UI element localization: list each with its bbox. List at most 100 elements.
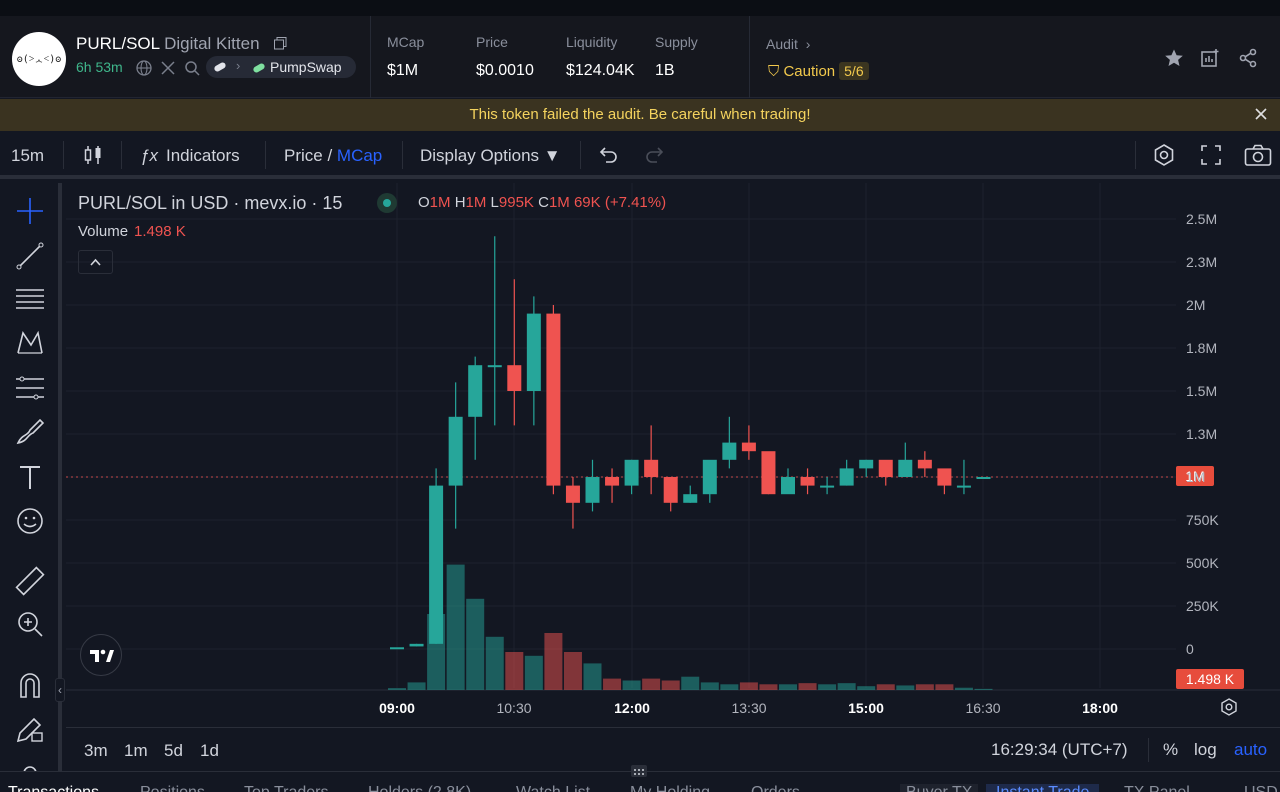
horizontal-lines-icon[interactable] bbox=[14, 284, 46, 316]
indicators-button[interactable]: ƒx Indicators bbox=[140, 146, 240, 166]
pumpswap-icon bbox=[253, 63, 265, 73]
range-1m[interactable]: 1m bbox=[124, 741, 148, 761]
tx-panel-toggle[interactable]: TX Panel bbox=[1124, 784, 1190, 792]
candle-body bbox=[878, 459, 893, 477]
candle-body bbox=[702, 459, 717, 495]
audit-status[interactable]: ⛉ Caution 5/6 bbox=[768, 62, 869, 80]
volume-bar bbox=[837, 683, 856, 690]
brush-icon[interactable] bbox=[14, 416, 46, 448]
volume-bar bbox=[446, 564, 465, 690]
tab-top-traders[interactable]: Top Traders bbox=[244, 784, 328, 792]
range-3m[interactable]: 3m bbox=[84, 741, 108, 761]
close-icon[interactable] bbox=[1254, 107, 1268, 121]
text-tool-icon[interactable] bbox=[14, 461, 46, 493]
range-1d[interactable]: 1d bbox=[200, 741, 219, 761]
redo-icon[interactable] bbox=[643, 143, 667, 167]
volume-bar bbox=[720, 684, 739, 690]
crosshair-icon[interactable] bbox=[14, 195, 46, 227]
tab-transactions[interactable]: Transactions bbox=[8, 784, 99, 792]
candle-body bbox=[448, 416, 463, 486]
volume-bar bbox=[818, 684, 837, 690]
globe-icon[interactable] bbox=[136, 60, 152, 76]
chart-panel[interactable] bbox=[66, 183, 1280, 723]
chart-legend-title: PURL/SOL in USD · mevx.io · 15 bbox=[78, 193, 343, 213]
copy-icon[interactable] bbox=[274, 37, 287, 50]
candle-body bbox=[663, 477, 678, 503]
chart-toolbar: 15m ƒx Indicators Price / MCap Display Op… bbox=[0, 131, 1280, 179]
display-options-button[interactable]: Display Options ▼ bbox=[420, 146, 561, 166]
ohlc-legend: O1M H1M L995K C1M 69K (+7.41%) bbox=[418, 194, 666, 211]
ruler-icon[interactable] bbox=[14, 565, 46, 597]
trend-line-icon[interactable] bbox=[14, 240, 46, 272]
search-icon[interactable] bbox=[184, 60, 200, 76]
chart-add-icon[interactable] bbox=[1200, 48, 1220, 68]
volume-bar bbox=[544, 633, 563, 690]
star-icon[interactable] bbox=[1164, 48, 1184, 68]
range-5d[interactable]: 5d bbox=[164, 741, 183, 761]
candle-body bbox=[722, 442, 737, 460]
settings-icon[interactable] bbox=[1152, 143, 1176, 167]
candle-body bbox=[683, 494, 698, 503]
pattern-icon[interactable] bbox=[14, 327, 46, 359]
collapse-toolbar-button[interactable]: ‹ bbox=[55, 678, 65, 702]
camera-icon[interactable] bbox=[1244, 143, 1272, 167]
log-scale-toggle[interactable]: log bbox=[1194, 740, 1217, 760]
tradingview-logo[interactable] bbox=[80, 634, 122, 676]
zoom-in-icon[interactable] bbox=[14, 608, 46, 640]
fullscreen-icon[interactable] bbox=[1199, 143, 1223, 167]
x-twitter-icon[interactable] bbox=[160, 60, 176, 76]
price-axis-tick: 1.8M bbox=[1186, 340, 1218, 356]
volume-bar bbox=[915, 684, 934, 690]
undo-icon[interactable] bbox=[596, 143, 620, 167]
fib-retracement-icon[interactable] bbox=[14, 372, 46, 404]
drawing-toolbar bbox=[0, 183, 62, 773]
candle-body bbox=[839, 468, 854, 486]
supply-value: 1B bbox=[655, 62, 675, 79]
token-title: PURL/SOL Digital Kitten bbox=[76, 34, 260, 54]
instant-trade-button[interactable]: Instant Trade bbox=[986, 784, 1100, 792]
emoji-icon[interactable] bbox=[14, 505, 46, 537]
price-mcap-toggle[interactable]: Price / MCap bbox=[284, 146, 382, 166]
candlestick-chart[interactable] bbox=[66, 183, 1280, 723]
volume-bar bbox=[524, 655, 543, 690]
lock-draw-icon[interactable] bbox=[14, 713, 46, 745]
liquidity-value: $124.04K bbox=[566, 62, 635, 79]
warning-text: This token failed the audit. Be careful … bbox=[469, 106, 811, 123]
liquidity-label: Liquidity bbox=[566, 34, 618, 50]
volume-bar bbox=[896, 685, 915, 690]
currency-toggle[interactable]: USD bbox=[1244, 784, 1278, 792]
interval-button[interactable]: 15m bbox=[11, 146, 44, 166]
panel-resize-handle[interactable] bbox=[631, 765, 647, 777]
tab-orders[interactable]: Orders bbox=[751, 784, 800, 792]
tab-watch-list[interactable]: Watch List bbox=[516, 784, 590, 792]
candlestick-type-icon[interactable] bbox=[81, 143, 105, 167]
price-value: $0.0010 bbox=[476, 62, 534, 79]
fx-icon: ƒx bbox=[140, 146, 158, 165]
candle-body bbox=[526, 313, 541, 391]
price-axis-tick: 750K bbox=[1186, 512, 1219, 528]
tab-holders[interactable]: Holders (2.8K) bbox=[368, 784, 471, 792]
chevron-left-icon: ‹ bbox=[58, 683, 62, 697]
toolbar-divider bbox=[580, 141, 581, 169]
percent-scale-toggle[interactable]: % bbox=[1163, 740, 1178, 760]
chart-clock[interactable]: 16:29:34 (UTC+7) bbox=[991, 740, 1128, 760]
magnet-icon[interactable] bbox=[14, 669, 46, 701]
collapse-legend-button[interactable] bbox=[78, 250, 113, 274]
tab-positions[interactable]: Positions bbox=[140, 784, 205, 792]
volume-bar bbox=[954, 687, 973, 690]
mcap-toggle-label: MCap bbox=[336, 146, 383, 165]
volume-bar bbox=[935, 684, 954, 690]
tab-my-holding[interactable]: My Holding bbox=[630, 784, 710, 792]
volume-bar bbox=[798, 683, 817, 690]
auto-scale-toggle[interactable]: auto bbox=[1234, 740, 1267, 760]
toolbar-divider bbox=[121, 141, 122, 169]
candle-body bbox=[917, 459, 932, 469]
low-label: L bbox=[490, 194, 499, 211]
volume-legend: Volume 1.498 K bbox=[78, 223, 186, 240]
share-icon[interactable] bbox=[1238, 48, 1258, 68]
buyer-tx-toggle[interactable]: Buyer TX bbox=[900, 784, 979, 792]
audit-link[interactable]: Audit › bbox=[766, 36, 810, 52]
volume-bar bbox=[642, 678, 661, 690]
bottom-divider bbox=[1148, 738, 1149, 762]
axis-settings-icon[interactable] bbox=[1219, 697, 1239, 717]
